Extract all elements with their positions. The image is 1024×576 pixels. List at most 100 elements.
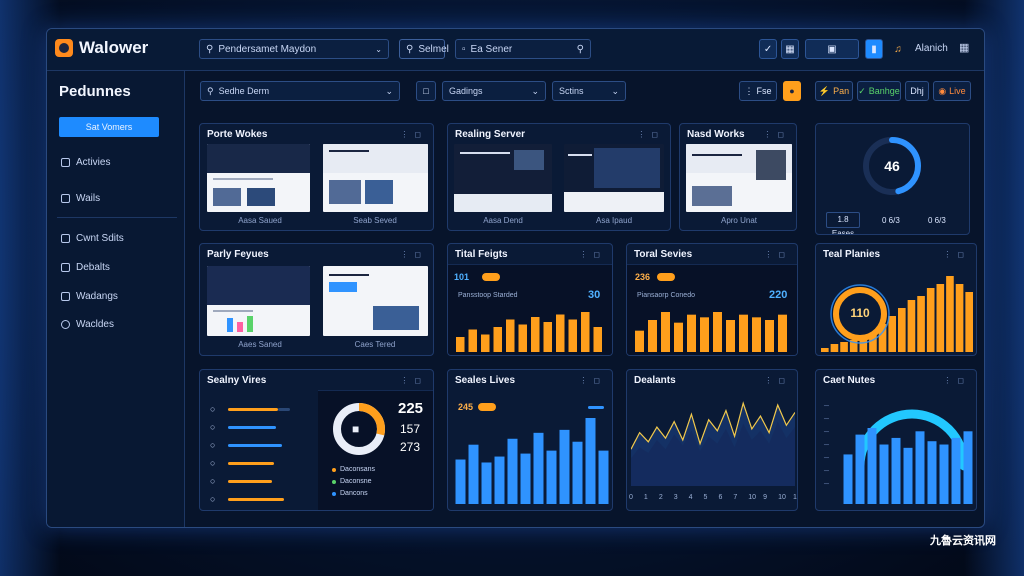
check-button[interactable]: ✓ xyxy=(759,39,777,59)
thumbnail-footer xyxy=(564,192,664,212)
filter-chip-live[interactable]: ◉ Live xyxy=(933,81,971,101)
panel-controls-icon[interactable]: ⋮◻ xyxy=(400,130,427,139)
chart-bar xyxy=(917,296,925,352)
x-tick-label: 0 xyxy=(629,494,633,501)
panel-controls-icon[interactable]: ⋮◻ xyxy=(400,250,427,259)
check-icon: ✓ xyxy=(763,43,773,55)
bell-icon: ♫ xyxy=(894,43,902,55)
secondary-search-input[interactable]: ▫ Ea Sener ⚲ xyxy=(455,39,591,59)
thumbnail-line xyxy=(460,152,510,154)
gauge-stat: 0 6/3 xyxy=(882,216,900,225)
x-tick-label: 10 xyxy=(748,494,757,501)
panel-toral-sevies: Toral Sevies ⋮◻ 236 Piansaorp Conedo 220 xyxy=(626,243,798,356)
lock-filter-button[interactable]: □ xyxy=(416,81,436,101)
chart-bar xyxy=(494,456,505,504)
global-search-input[interactable]: ⚲ Pendersamet Maydon ⌄ xyxy=(199,39,389,59)
app-name: Walower xyxy=(79,38,149,57)
dashboard-window: Walower ⚲ Pendersamet Maydon ⌄ ⚲ Selmel … xyxy=(46,28,985,528)
user-label[interactable]: Alanich xyxy=(915,43,948,54)
chart-bar xyxy=(493,327,502,352)
panel-controls-icon[interactable]: ⋮◻ xyxy=(579,250,606,259)
notification-button[interactable]: ♫ xyxy=(889,39,907,59)
badge-value: 101 xyxy=(454,272,470,282)
x-tick-label: 4 xyxy=(688,494,693,501)
bar-chart xyxy=(843,428,973,504)
panel-controls-icon[interactable]: ⋮◻ xyxy=(764,250,791,259)
sidebar-item-debalts[interactable]: Debalts xyxy=(61,262,110,273)
panel-title: Sealny Vires xyxy=(207,375,267,386)
progress-bar xyxy=(228,462,274,465)
folder-icon xyxy=(61,234,70,243)
bar-chart xyxy=(455,418,609,504)
panel-parly-feyues: Parly Feyues ⋮◻ Aaes Saned Caes Tered xyxy=(199,243,434,356)
status-select[interactable]: Sctins ⌄ xyxy=(552,81,626,101)
page-thumbnail[interactable] xyxy=(323,144,428,212)
metric-value: 220 xyxy=(769,289,788,301)
chart-bar xyxy=(778,314,787,352)
sidebar-item-wacldes[interactable]: Wacldes xyxy=(61,319,114,330)
filter-search-input[interactable]: ⚲ Sedhe Derm ⌄ xyxy=(200,81,400,101)
panel-controls-icon[interactable]: ⋮◻ xyxy=(764,376,791,385)
panel-controls-icon[interactable]: ⋮◻ xyxy=(400,376,427,385)
grid-icon[interactable]: ▦ xyxy=(959,41,969,54)
chart-bar xyxy=(965,292,973,352)
progress-bar xyxy=(228,408,278,411)
filter-chip-banhge[interactable]: ✓ Banhge xyxy=(857,81,901,101)
chart-bar xyxy=(648,320,657,352)
layout-button[interactable]: ▮ xyxy=(865,39,883,59)
filter-chip-dhj[interactable]: Dhj xyxy=(905,81,929,101)
panel-title: Realing Server xyxy=(455,129,526,140)
sidebar-item-cwnt-sdits[interactable]: Cwnt Sdits xyxy=(61,233,124,244)
page-thumbnail[interactable] xyxy=(207,266,310,336)
search-icon: ⚲ xyxy=(576,43,584,55)
chip-label: Dhj xyxy=(910,86,924,96)
panel-progress-gauge: 46 1.8 Eases 0 6/3 0 6/3 xyxy=(815,123,970,235)
chart-bar xyxy=(559,429,570,504)
gift-icon: ○ xyxy=(210,458,216,468)
sidebar-item-label: Wails xyxy=(76,193,101,204)
panel-controls-icon[interactable]: ⋮◻ xyxy=(637,130,664,139)
sidebar-divider xyxy=(57,217,177,218)
panel-controls-icon[interactable]: ⋮◻ xyxy=(763,130,790,139)
filter-chip-pan[interactable]: ⚡ Pan xyxy=(815,81,853,101)
filter-chip-fse[interactable]: ⋮ Fse xyxy=(739,81,777,101)
page-thumbnail[interactable] xyxy=(207,144,310,212)
calendar-icon: ▦ xyxy=(785,43,795,55)
chart-bar xyxy=(568,319,577,352)
sidebar-item-wails[interactable]: Wails xyxy=(61,193,100,204)
panel-controls-icon[interactable]: ⋮◻ xyxy=(943,250,970,259)
panel-controls-icon[interactable]: ⋮◻ xyxy=(943,376,970,385)
lock-icon: ■ xyxy=(352,422,360,436)
calendar-button[interactable]: ▦ xyxy=(781,39,799,59)
sidebar-primary-button[interactable]: Sat Vomers xyxy=(59,117,159,137)
thumbnail-caption: Aasa Dend xyxy=(483,216,523,225)
chart-bar xyxy=(481,462,492,504)
thumbnail-image xyxy=(247,188,275,206)
sidebar-item-wadangs[interactable]: Wadangs xyxy=(61,291,118,302)
bar-chart xyxy=(456,312,602,352)
chart-bar xyxy=(556,314,565,352)
panel-dealants: Dealants ⋮◻ 0 1 2 3 4 5 6 7 10 9 10 13 xyxy=(626,369,798,511)
panel-title: Seales Lives xyxy=(455,375,516,386)
category-select[interactable]: Gadings ⌄ xyxy=(442,81,546,101)
window-button[interactable]: ▣ xyxy=(805,39,859,59)
page-thumbnail[interactable] xyxy=(323,266,428,336)
chevron-down-icon: ⌄ xyxy=(385,85,393,96)
tab-search[interactable]: ⚲ Selmel xyxy=(399,39,449,59)
global-search-value: Pendersamet Maydon xyxy=(218,43,317,55)
sidebar-item-label: Debalts xyxy=(76,262,110,273)
panel-controls-icon[interactable]: ⋮◻ xyxy=(579,376,606,385)
page-thumbnail[interactable] xyxy=(686,144,792,212)
chip-label: Pan xyxy=(833,86,850,96)
thumbnail-line xyxy=(213,310,253,312)
sidebar-item-activies[interactable]: Activies xyxy=(61,157,110,168)
window-icon: ▣ xyxy=(827,43,837,55)
chart-bar xyxy=(546,450,557,504)
chevron-down-icon: ⌄ xyxy=(531,85,539,96)
chart-bar xyxy=(531,317,540,352)
thumbnail-footer xyxy=(454,194,552,212)
x-tick-label: 10 xyxy=(778,494,786,501)
star-chip[interactable]: ● xyxy=(783,81,801,101)
page-thumbnail[interactable] xyxy=(454,144,552,212)
page-thumbnail[interactable] xyxy=(564,144,664,212)
